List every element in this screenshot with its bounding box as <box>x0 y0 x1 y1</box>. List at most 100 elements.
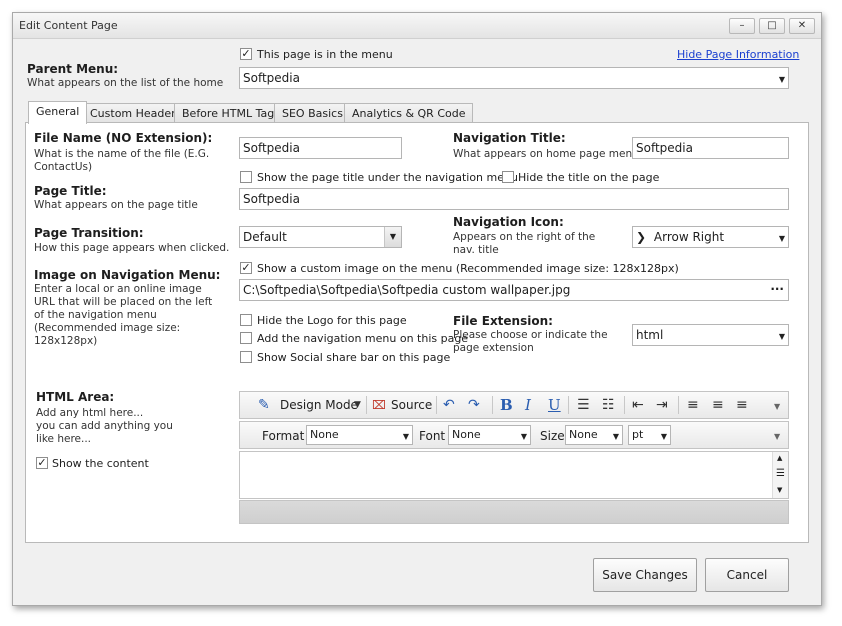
navigation-title-description: What appears on home page menu <box>453 148 639 160</box>
show-title-under-nav-label: Show the page title under the navigation… <box>257 171 518 184</box>
in-menu-checkbox[interactable]: ✓ <box>240 48 252 60</box>
underline-button[interactable]: U <box>548 396 561 414</box>
show-title-under-nav-checkbox[interactable] <box>240 171 252 183</box>
format-label: Format <box>262 429 305 443</box>
page-title-input[interactable]: Softpedia <box>239 188 789 210</box>
hide-logo-checkbox[interactable] <box>240 314 252 326</box>
page-title-description: What appears on the page title <box>34 199 198 211</box>
page-transition-select[interactable]: Default ▼ <box>239 226 402 248</box>
bold-button[interactable]: B <box>500 396 513 414</box>
toolbar-separator <box>492 396 493 414</box>
maximize-button[interactable]: □ <box>759 18 785 34</box>
chevron-down-icon: ▼ <box>778 332 785 341</box>
italic-button[interactable]: I <box>525 396 531 414</box>
design-mode-icon: ✎ <box>258 397 270 413</box>
font-select[interactable]: None ▼ <box>448 425 531 445</box>
page-title-label: Page Title: <box>34 184 107 198</box>
parent-menu-select[interactable]: Softpedia ▼ <box>239 67 789 89</box>
browse-button[interactable]: ··· <box>770 281 784 297</box>
cancel-button[interactable]: Cancel <box>705 558 789 592</box>
save-changes-button[interactable]: Save Changes <box>593 558 697 592</box>
hide-title-label: Hide the title on the page <box>518 171 660 184</box>
page-transition-value: Default <box>243 230 287 244</box>
scroll-thumb-icon[interactable]: ☰ <box>776 468 785 479</box>
tab-custom-header[interactable]: Custom Header <box>82 103 184 123</box>
toolbar-overflow-icon[interactable]: ▼ <box>774 399 780 415</box>
file-extension-value: html <box>636 328 664 342</box>
html-editor-area[interactable]: ▲ ☰ ▼ <box>239 451 789 499</box>
nav-image-path-input[interactable]: C:\Softpedia\Softpedia\Softpedia custom … <box>239 279 789 301</box>
html-area-label: HTML Area: <box>36 390 115 404</box>
title-bar[interactable]: Edit Content Page – □ ✕ <box>13 13 821 39</box>
chevron-down-icon[interactable]: ▼ <box>354 397 361 413</box>
show-content-checkbox[interactable]: ✓ <box>36 457 48 469</box>
editor-toolbar-format: Format None ▼ Font None ▼ Size None ▼ pt… <box>239 421 789 449</box>
navigation-title-input[interactable]: Softpedia <box>632 137 789 159</box>
navigation-icon-select[interactable]: ❯ Arrow Right ▼ <box>632 226 789 248</box>
file-name-description: What is the name of the file (E.G. Conta… <box>34 148 210 173</box>
toolbar-separator <box>436 396 437 414</box>
add-nav-menu-label: Add the navigation menu on this page <box>257 332 469 345</box>
editor-scrollbar[interactable]: ▲ ☰ ▼ <box>772 452 788 498</box>
source-icon: ⌧ <box>372 398 386 412</box>
show-custom-image-checkbox[interactable]: ✓ <box>240 262 252 274</box>
format-value: None <box>310 428 339 441</box>
chevron-down-icon[interactable]: ▼ <box>384 227 401 247</box>
file-name-input[interactable]: Softpedia <box>239 137 402 159</box>
toolbar-separator <box>678 396 679 414</box>
show-social-checkbox[interactable] <box>240 351 252 363</box>
chevron-down-icon: ▼ <box>660 432 667 441</box>
source-button[interactable]: Source <box>391 398 432 412</box>
window-title: Edit Content Page <box>19 19 118 32</box>
html-area-description: Add any html here... you can add anythin… <box>36 407 173 445</box>
size-label: Size <box>540 429 565 443</box>
hide-page-information-link[interactable]: Hide Page Information <box>677 48 799 61</box>
undo-icon[interactable]: ↶ <box>443 397 455 413</box>
chevron-down-icon: ▼ <box>612 432 619 441</box>
font-value: None <box>452 428 481 441</box>
editor-toolbar-main: ✎ Design Mode ▼ ⌧ Source ↶ ↷ B I U ☰ ☷ ⇤… <box>239 391 789 419</box>
show-social-label: Show Social share bar on this page <box>257 351 451 364</box>
toolbar-overflow-icon[interactable]: ▼ <box>774 429 780 445</box>
format-select[interactable]: None ▼ <box>306 425 413 445</box>
unit-select[interactable]: pt ▼ <box>628 425 671 445</box>
add-nav-menu-checkbox[interactable] <box>240 332 252 344</box>
in-menu-label: This page is in the menu <box>257 48 393 61</box>
toolbar-separator <box>568 396 569 414</box>
align-left-icon[interactable]: ≡ <box>687 397 699 413</box>
navigation-icon-value: Arrow Right <box>653 230 725 244</box>
bullet-list-icon[interactable]: ☰ <box>577 397 590 413</box>
scroll-up-icon[interactable]: ▲ <box>777 454 782 462</box>
hide-title-checkbox[interactable] <box>502 171 514 183</box>
font-label: Font <box>419 429 446 443</box>
nav-image-description: Enter a local or an online image URL tha… <box>34 283 213 347</box>
show-content-label: Show the content <box>52 457 149 470</box>
tab-general[interactable]: General <box>28 101 88 124</box>
numbered-list-icon[interactable]: ☷ <box>602 397 615 413</box>
outdent-icon[interactable]: ⇤ <box>632 397 644 413</box>
unit-value: pt <box>632 428 644 441</box>
tab-seo-basics[interactable]: SEO Basics <box>274 103 351 123</box>
indent-icon[interactable]: ⇥ <box>656 397 668 413</box>
close-button[interactable]: ✕ <box>789 18 815 34</box>
tab-before-html-tag[interactable]: Before HTML Tag <box>174 103 283 123</box>
redo-icon[interactable]: ↷ <box>468 397 480 413</box>
nav-image-path-value: C:\Softpedia\Softpedia\Softpedia custom … <box>243 283 571 297</box>
scroll-down-icon[interactable]: ▼ <box>777 486 782 494</box>
align-center-icon[interactable]: ≡ <box>712 397 724 413</box>
minimize-button[interactable]: – <box>729 18 755 34</box>
tab-analytics-qr-code[interactable]: Analytics & QR Code <box>344 103 474 123</box>
chevron-down-icon: ▼ <box>520 432 527 441</box>
design-mode-button[interactable]: Design Mode <box>280 398 358 412</box>
chevron-down-icon: ▼ <box>402 432 409 441</box>
size-value: None <box>569 428 598 441</box>
editor-status-bar <box>239 500 789 524</box>
align-right-icon[interactable]: ≡ <box>736 397 748 413</box>
parent-menu-label: Parent Menu: <box>27 62 119 76</box>
file-extension-select[interactable]: html ▼ <box>632 324 789 346</box>
parent-menu-description: What appears on the list of the home <box>27 77 224 89</box>
size-select[interactable]: None ▼ <box>565 425 623 445</box>
file-name-label: File Name (NO Extension): <box>34 131 213 145</box>
nav-image-label: Image on Navigation Menu: <box>34 268 221 282</box>
navigation-icon-description: Appears on the right of the nav. title <box>453 231 596 256</box>
